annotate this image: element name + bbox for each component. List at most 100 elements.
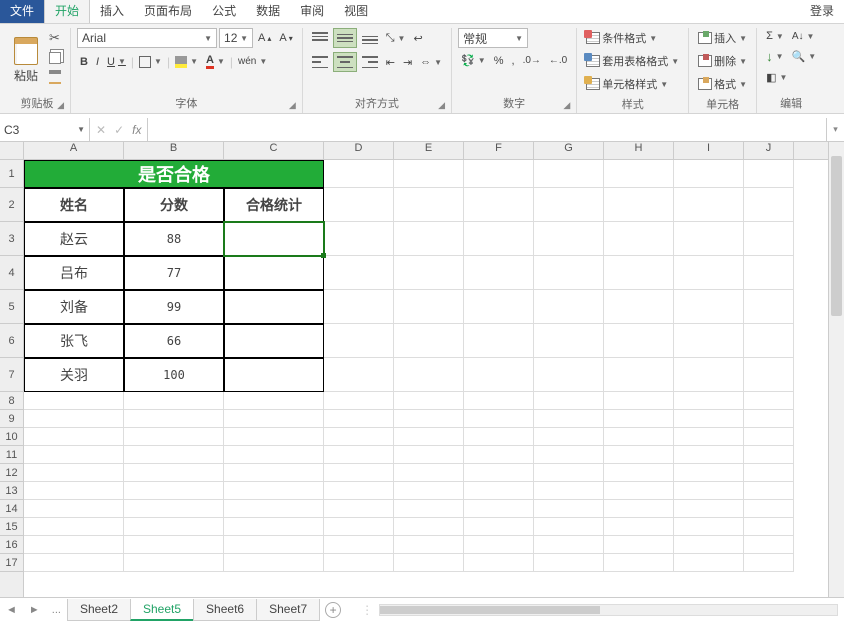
cell-G14[interactable] [534, 500, 604, 518]
cell-I17[interactable] [674, 554, 744, 572]
cell-J9[interactable] [744, 410, 794, 428]
underline-button[interactable]: U▼ [104, 54, 129, 70]
cell-C8[interactable] [224, 392, 324, 410]
cell-I1[interactable] [674, 160, 744, 188]
sheet-tab-Sheet5[interactable]: Sheet5 [130, 599, 194, 621]
cell-styles-button[interactable]: 单元格样式▼ [583, 74, 682, 94]
column-header-G[interactable]: G [534, 142, 604, 159]
row-header-3[interactable]: 3 [0, 222, 23, 256]
cell-E7[interactable] [394, 358, 464, 392]
cell-E10[interactable] [394, 428, 464, 446]
cell-B17[interactable] [124, 554, 224, 572]
cell-H5[interactable] [604, 290, 674, 324]
row-header-13[interactable]: 13 [0, 482, 23, 500]
cell-I9[interactable] [674, 410, 744, 428]
cell-H16[interactable] [604, 536, 674, 554]
row-header-5[interactable]: 5 [0, 290, 23, 324]
column-header-F[interactable]: F [464, 142, 534, 159]
cell-E9[interactable] [394, 410, 464, 428]
cell-B3[interactable]: 88 [124, 222, 224, 256]
cell-B10[interactable] [124, 428, 224, 446]
cell-C3[interactable] [224, 222, 324, 256]
align-left-button[interactable] [309, 53, 331, 71]
horizontal-scrollbar[interactable] [379, 604, 838, 616]
row-header-10[interactable]: 10 [0, 428, 23, 446]
cell-H8[interactable] [604, 392, 674, 410]
autosum-button[interactable]: Σ▼ [763, 28, 787, 44]
cell-G7[interactable] [534, 358, 604, 392]
cell-F13[interactable] [464, 482, 534, 500]
cell-E6[interactable] [394, 324, 464, 358]
cell-I6[interactable] [674, 324, 744, 358]
cell-B14[interactable] [124, 500, 224, 518]
cell-J14[interactable] [744, 500, 794, 518]
cell-C15[interactable] [224, 518, 324, 536]
row-header-4[interactable]: 4 [0, 256, 23, 290]
cell-C13[interactable] [224, 482, 324, 500]
sheet-tab-Sheet2[interactable]: Sheet2 [67, 599, 131, 621]
column-header-D[interactable]: D [324, 142, 394, 159]
cell-D6[interactable] [324, 324, 394, 358]
cell-B5[interactable]: 99 [124, 290, 224, 324]
cell-J11[interactable] [744, 446, 794, 464]
cell-D7[interactable] [324, 358, 394, 392]
cell-I4[interactable] [674, 256, 744, 290]
add-sheet-button[interactable]: + [325, 602, 341, 618]
column-header-H[interactable]: H [604, 142, 674, 159]
cell-H17[interactable] [604, 554, 674, 572]
font-color-button[interactable]: A▼ [203, 52, 228, 71]
cell-E5[interactable] [394, 290, 464, 324]
cell-D14[interactable] [324, 500, 394, 518]
cell-I8[interactable] [674, 392, 744, 410]
sheet-nav-prev[interactable]: ◄ [0, 604, 23, 616]
font-size-select[interactable]: 12▼ [219, 28, 253, 48]
dialog-launcher-icon[interactable]: ◢ [563, 100, 570, 111]
clear-button[interactable]: ◧▼ [763, 69, 790, 86]
row-header-16[interactable]: 16 [0, 536, 23, 554]
row-header-7[interactable]: 7 [0, 358, 23, 392]
cell-D8[interactable] [324, 392, 394, 410]
column-header-A[interactable]: A [24, 142, 124, 159]
cell-J3[interactable] [744, 222, 794, 256]
sheet-nav-more[interactable]: ... [46, 604, 67, 616]
cell-I11[interactable] [674, 446, 744, 464]
indent-increase-button[interactable]: ⇥ [400, 54, 415, 71]
cell-B4[interactable]: 77 [124, 256, 224, 290]
cell-H15[interactable] [604, 518, 674, 536]
cell-E16[interactable] [394, 536, 464, 554]
cell-F7[interactable] [464, 358, 534, 392]
cell-E14[interactable] [394, 500, 464, 518]
cell-I16[interactable] [674, 536, 744, 554]
align-middle-button[interactable] [333, 28, 357, 48]
cell-B8[interactable] [124, 392, 224, 410]
sheet-nav-next[interactable]: ► [23, 604, 46, 616]
cell-F12[interactable] [464, 464, 534, 482]
cell-C9[interactable] [224, 410, 324, 428]
cell-E2[interactable] [394, 188, 464, 222]
wrap-text-button[interactable]: ↩ [410, 30, 425, 47]
cell-F14[interactable] [464, 500, 534, 518]
cell-B16[interactable] [124, 536, 224, 554]
cell-A1[interactable]: 是否合格 [24, 160, 324, 188]
cell-A5[interactable]: 刘备 [24, 290, 124, 324]
dialog-launcher-icon[interactable]: ◢ [438, 100, 445, 111]
row-header-15[interactable]: 15 [0, 518, 23, 536]
cell-F2[interactable] [464, 188, 534, 222]
cell-H6[interactable] [604, 324, 674, 358]
cell-B6[interactable]: 66 [124, 324, 224, 358]
tab-file[interactable]: 文件 [0, 0, 44, 23]
increase-decimal-button[interactable]: .0→ [520, 53, 544, 68]
bold-button[interactable]: B [77, 54, 91, 70]
cell-A13[interactable] [24, 482, 124, 500]
cell-A17[interactable] [24, 554, 124, 572]
cell-G13[interactable] [534, 482, 604, 500]
cell-A14[interactable] [24, 500, 124, 518]
cell-G2[interactable] [534, 188, 604, 222]
cell-H2[interactable] [604, 188, 674, 222]
row-header-2[interactable]: 2 [0, 188, 23, 222]
column-header-B[interactable]: B [124, 142, 224, 159]
cell-B12[interactable] [124, 464, 224, 482]
number-format-select[interactable]: 常规▼ [458, 28, 528, 48]
cell-F1[interactable] [464, 160, 534, 188]
cut-button[interactable]: ✂ [46, 28, 64, 48]
